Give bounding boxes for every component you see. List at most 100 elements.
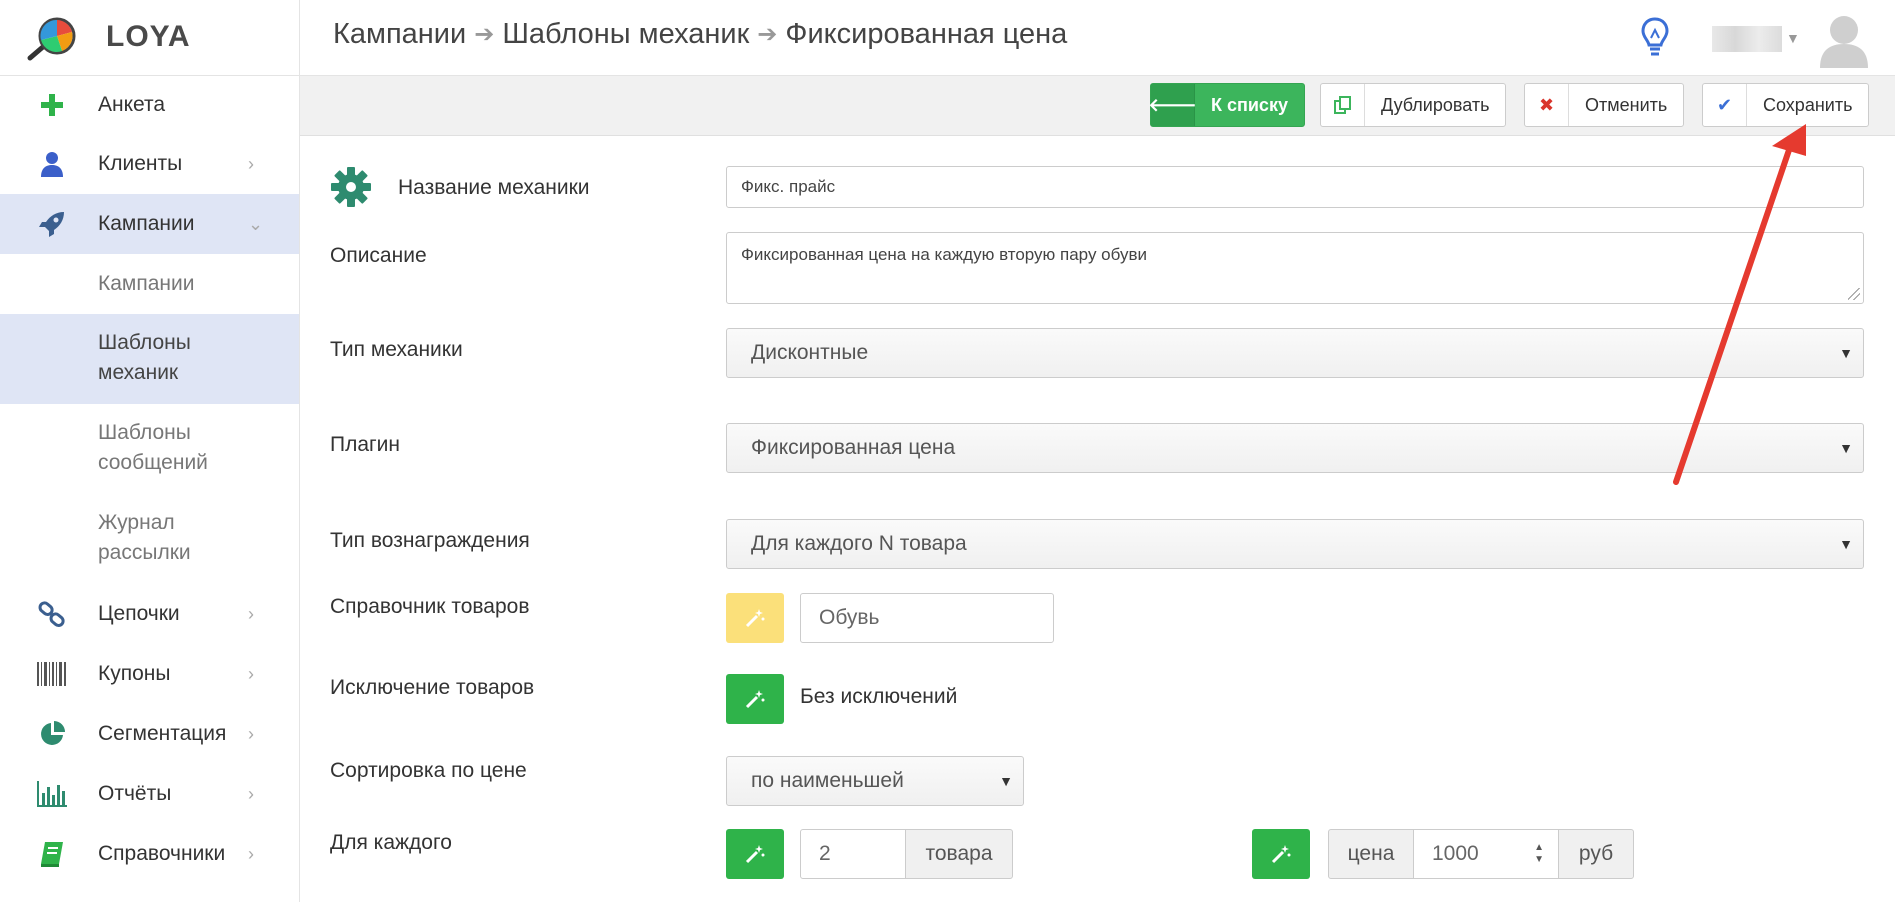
- book-icon: [36, 838, 68, 870]
- for-each-label: Для каждого: [330, 831, 452, 854]
- reward-type-select[interactable]: Для каждого N товара ▼: [726, 519, 1864, 569]
- exclusion-label: Исключение товаров: [330, 676, 535, 699]
- chevron-right-icon: ›: [248, 783, 254, 804]
- sidebar-subitem-mechanic-templates[interactable]: Шаблоны механик: [0, 314, 299, 404]
- mechanic-name-input[interactable]: Фикс. прайс: [726, 166, 1864, 208]
- save-label: Сохранить: [1763, 94, 1853, 115]
- sort-select[interactable]: по наименьшей ▼: [726, 756, 1024, 806]
- catalog-input[interactable]: Обувь: [800, 593, 1054, 643]
- sidebar-subitem-label: Шаблоны сообщений: [98, 421, 208, 474]
- sidebar-item-coupons[interactable]: Купоны ›: [0, 644, 299, 704]
- duplicate-button[interactable]: Дублировать: [1320, 83, 1507, 127]
- sidebar-item-label: Сегментация: [98, 722, 227, 745]
- chevron-right-icon: ›: [248, 603, 254, 624]
- logo-icon: [27, 17, 76, 61]
- bar-chart-icon: [36, 778, 68, 810]
- top-bar: LOYA Кампании ➔ Шаблоны механик ➔ Фиксир…: [0, 0, 1895, 76]
- sidebar-item-campaigns[interactable]: Кампании ⌄: [0, 194, 299, 254]
- mechanic-type-select[interactable]: Дисконтные ▼: [726, 328, 1864, 378]
- plugin-label: Плагин: [330, 433, 401, 456]
- sidebar-item-label: Анкета: [98, 93, 166, 116]
- price-prefix-addon: цена: [1328, 829, 1414, 879]
- magic-wand-icon: [745, 845, 765, 864]
- sidebar-subitem-message-templates[interactable]: Шаблоны сообщений: [0, 404, 299, 494]
- logo-text: LOYA: [106, 20, 191, 53]
- duplicate-label: Дублировать: [1381, 94, 1490, 115]
- breadcrumb: Кампании ➔ Шаблоны механик ➔ Фиксированн…: [333, 18, 1067, 51]
- back-to-list-button[interactable]: 🡐 К списку: [1148, 83, 1305, 127]
- spinner-down-icon[interactable]: ▼: [1534, 854, 1544, 866]
- number-spinner[interactable]: ▲ ▼: [1534, 842, 1544, 866]
- link-icon: [36, 598, 68, 630]
- user-menu-name[interactable]: [1712, 26, 1782, 52]
- sidebar-item-reports[interactable]: Отчёты ›: [0, 764, 299, 824]
- breadcrumb-item-campaigns[interactable]: Кампании: [333, 18, 466, 51]
- mechanic-name-value: Фикс. прайс: [741, 177, 836, 196]
- caret-down-icon: ▼: [999, 773, 1013, 789]
- for-each-unit-label: товара: [925, 842, 993, 865]
- sidebar-item-label: Отчёты: [98, 782, 172, 805]
- gear-icon: [331, 167, 371, 207]
- magic-wand-icon: [745, 609, 765, 628]
- sidebar-subitem-campaigns[interactable]: Кампании: [0, 254, 299, 314]
- plus-icon: [36, 89, 68, 121]
- logo[interactable]: LOYA: [0, 0, 300, 76]
- exclusion-wand-button[interactable]: [726, 674, 784, 724]
- for-each-count-value: 2: [819, 842, 831, 865]
- cancel-label: Отменить: [1585, 94, 1668, 115]
- sidebar-item-label: Цепочки: [98, 602, 180, 625]
- sidebar-item-directories[interactable]: Справочники ›: [0, 824, 299, 884]
- mechanic-type-label: Тип механики: [330, 338, 463, 361]
- description-value: Фиксированная цена на каждую вторую пару…: [741, 245, 1148, 264]
- sidebar-item-label: Купоны: [98, 662, 171, 685]
- chevron-right-icon: ›: [248, 723, 254, 744]
- barcode-icon: [36, 658, 68, 690]
- sort-label: Сортировка по цене: [330, 759, 527, 782]
- arrow-right-icon: ➔: [474, 21, 495, 48]
- resize-handle[interactable]: [1848, 288, 1860, 300]
- chevron-right-icon: ›: [248, 843, 254, 864]
- plugin-select[interactable]: Фиксированная цена ▼: [726, 423, 1864, 473]
- exclusion-value: Без исключений: [800, 685, 958, 708]
- sidebar-item-clients[interactable]: Клиенты ›: [0, 134, 299, 194]
- description-textarea[interactable]: Фиксированная цена на каждую вторую пару…: [726, 232, 1864, 304]
- save-button[interactable]: ✔ Сохранить: [1702, 83, 1870, 127]
- avatar[interactable]: [1816, 10, 1872, 68]
- sidebar-subitem-mailing-log[interactable]: Журнал рассылки: [0, 494, 299, 584]
- sidebar-item-questionnaire[interactable]: Анкета: [0, 76, 299, 134]
- price-value: 1000: [1432, 842, 1479, 865]
- cancel-button[interactable]: ✖ Отменить: [1524, 83, 1685, 127]
- reward-type-label: Тип вознаграждения: [330, 529, 530, 552]
- catalog-wand-button[interactable]: [726, 593, 784, 643]
- breadcrumb-item-mechanic-templates[interactable]: Шаблоны механик: [502, 18, 749, 51]
- spinner-up-icon[interactable]: ▲: [1534, 842, 1544, 854]
- sort-value: по наименьшей: [751, 769, 904, 792]
- plugin-value: Фиксированная цена: [751, 436, 956, 459]
- chevron-down-icon[interactable]: ▼: [1786, 30, 1800, 46]
- chevron-right-icon: ›: [248, 663, 254, 684]
- sidebar-subitem-label: Шаблоны механик: [98, 331, 191, 384]
- catalog-label: Справочник товаров: [330, 595, 530, 618]
- sidebar: Анкета Клиенты › Кампании ⌄ Кампании Шаб…: [0, 76, 300, 902]
- sidebar-item-label: Клиенты: [98, 152, 183, 175]
- price-unit-label: руб: [1578, 842, 1614, 865]
- price-input[interactable]: 1000 ▲ ▼: [1413, 829, 1559, 879]
- caret-down-icon: ▼: [1839, 440, 1853, 456]
- chevron-down-icon: ⌄: [248, 213, 264, 234]
- for-each-wand-button[interactable]: [726, 829, 784, 879]
- arrow-left-icon: 🡐: [1148, 84, 1197, 126]
- catalog-value: Обувь: [819, 606, 880, 629]
- for-each-count-input[interactable]: 2: [800, 829, 906, 879]
- price-prefix-label: цена: [1347, 842, 1395, 865]
- mechanic-type-value: Дисконтные: [751, 341, 869, 364]
- sidebar-item-chains[interactable]: Цепочки ›: [0, 584, 299, 644]
- reward-type-value: Для каждого N товара: [751, 532, 967, 555]
- lightbulb-icon[interactable]: [1640, 16, 1670, 58]
- magic-wand-icon: [745, 690, 765, 709]
- price-wand-button[interactable]: [1252, 829, 1310, 879]
- sidebar-subitem-label: Кампании: [98, 272, 195, 295]
- sidebar-item-segmentation[interactable]: Сегментация ›: [0, 704, 299, 764]
- arrow-right-icon: ➔: [757, 21, 778, 48]
- chevron-right-icon: ›: [248, 153, 254, 174]
- caret-down-icon: ▼: [1839, 345, 1853, 361]
